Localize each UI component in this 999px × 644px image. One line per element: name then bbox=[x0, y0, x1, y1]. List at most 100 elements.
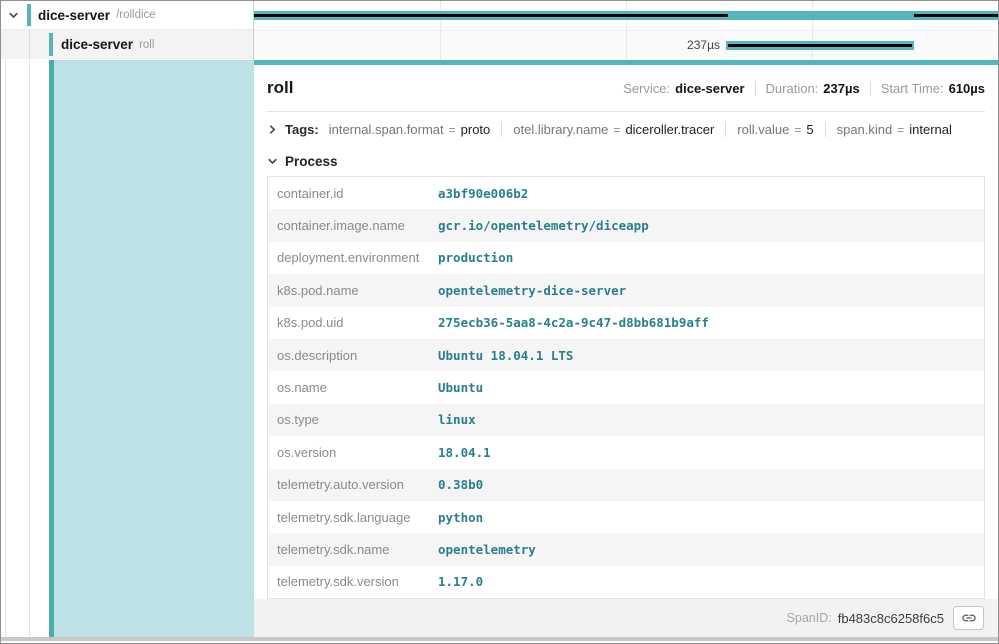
tag-item: span.kind = internal bbox=[837, 122, 952, 137]
divider bbox=[725, 122, 726, 137]
process-key: deployment.environment bbox=[268, 250, 438, 265]
process-key: os.type bbox=[268, 412, 438, 427]
critical-path-segment bbox=[914, 14, 998, 17]
span-detail-footer: SpanID: fb483c8c6258f6c5 bbox=[254, 599, 998, 637]
service-label: Service: bbox=[623, 81, 670, 96]
process-key: container.id bbox=[268, 186, 438, 201]
indent-guide bbox=[29, 30, 30, 59]
process-key: k8s.pod.name bbox=[268, 283, 438, 298]
timeline-panel: 237µs bbox=[254, 1, 998, 60]
divider bbox=[825, 122, 826, 137]
process-row: k8s.pod.uid 275ecb36-5aa8-4c2a-9c47-d8bb… bbox=[268, 307, 984, 339]
indent-guide bbox=[5, 60, 6, 637]
process-row: os.type linux bbox=[268, 404, 984, 436]
process-row: telemetry.auto.version 0.38b0 bbox=[268, 469, 984, 501]
window-bottom-strip bbox=[1, 637, 998, 641]
service-value: dice-server bbox=[675, 81, 744, 96]
process-value: production bbox=[438, 250, 513, 265]
process-row: telemetry.sdk.name opentelemetry bbox=[268, 533, 984, 565]
span-bar-roll[interactable] bbox=[726, 41, 914, 50]
critical-path-segment bbox=[254, 14, 728, 17]
process-value: gcr.io/opentelemetry/diceapp bbox=[438, 218, 649, 233]
tag-item: otel.library.name = diceroller.tracer bbox=[513, 122, 714, 137]
process-value: 1.17.0 bbox=[438, 574, 483, 589]
process-row: telemetry.sdk.version 1.17.0 bbox=[268, 566, 984, 598]
process-key: telemetry.sdk.version bbox=[268, 574, 438, 589]
span-tree-offset bbox=[1, 60, 254, 637]
tag-value: diceroller.tracer bbox=[625, 122, 714, 137]
span-color-bar bbox=[27, 4, 31, 26]
chevron-right-icon bbox=[267, 124, 278, 135]
process-value: opentelemetry bbox=[438, 542, 536, 557]
tag-equals: = bbox=[794, 123, 801, 137]
indent-guide bbox=[29, 60, 30, 637]
tag-key: internal.span.format bbox=[329, 122, 444, 137]
process-key: container.image.name bbox=[268, 218, 438, 233]
process-value: Ubuntu bbox=[438, 380, 483, 395]
collapse-toggle[interactable] bbox=[6, 10, 20, 21]
tag-equals: = bbox=[613, 123, 620, 137]
process-key: telemetry.auto.version bbox=[268, 477, 438, 492]
process-key: os.name bbox=[268, 380, 438, 395]
time-gridline bbox=[812, 1, 813, 60]
span-row-roll[interactable]: dice-server roll bbox=[1, 30, 253, 59]
span-name-panel: dice-server /rolldice dice-server roll bbox=[1, 1, 254, 60]
start-time-label: Start Time: bbox=[881, 81, 944, 96]
process-value: 18.04.1 bbox=[438, 445, 491, 460]
process-value: Ubuntu 18.04.1 LTS bbox=[438, 348, 573, 363]
chevron-down-icon bbox=[267, 156, 278, 167]
link-icon bbox=[961, 610, 977, 626]
spanid-label: SpanID: bbox=[787, 611, 832, 625]
duration-label: Duration: bbox=[766, 81, 819, 96]
process-row: deployment.environment production bbox=[268, 242, 984, 274]
process-value: opentelemetry-dice-server bbox=[438, 283, 626, 298]
process-value: linux bbox=[438, 412, 476, 427]
process-key: k8s.pod.uid bbox=[268, 315, 438, 330]
process-row: os.version 18.04.1 bbox=[268, 436, 984, 468]
duration-value: 237µs bbox=[823, 81, 859, 96]
detail-header: roll Service: dice-server Duration: 237µ… bbox=[267, 65, 985, 112]
process-row: container.id a3bf90e006b2 bbox=[268, 177, 984, 209]
process-key: telemetry.sdk.language bbox=[268, 510, 438, 525]
span-color-bar bbox=[49, 33, 53, 56]
span-duration-label: 237µs bbox=[254, 38, 720, 52]
process-accordion[interactable]: Process bbox=[267, 147, 985, 176]
process-row: os.description Ubuntu 18.04.1 LTS bbox=[268, 339, 984, 371]
process-value: python bbox=[438, 510, 483, 525]
tag-value: 5 bbox=[806, 122, 813, 137]
jaeger-trace-window: dice-server /rolldice dice-server roll 2… bbox=[0, 0, 999, 644]
process-row: k8s.pod.name opentelemetry-dice-server bbox=[268, 274, 984, 306]
process-value: a3bf90e006b2 bbox=[438, 186, 528, 201]
tags-label: Tags: bbox=[285, 122, 319, 137]
span-bar-rolldice[interactable] bbox=[254, 11, 998, 20]
process-kv-table: container.id a3bf90e006b2 container.imag… bbox=[267, 176, 985, 599]
tag-key: span.kind bbox=[837, 122, 893, 137]
divider bbox=[755, 81, 756, 96]
process-row: os.name Ubuntu bbox=[268, 371, 984, 403]
spanid-value: fb483c8c6258f6c5 bbox=[838, 611, 944, 626]
chevron-down-icon bbox=[8, 10, 19, 21]
divider bbox=[501, 122, 502, 137]
span-color-fill bbox=[54, 60, 254, 637]
tag-item: roll.value = 5 bbox=[737, 122, 813, 137]
operation-name: roll bbox=[139, 39, 154, 51]
tag-equals: = bbox=[897, 123, 904, 137]
process-key: telemetry.sdk.name bbox=[268, 542, 438, 557]
span-meta: Service: dice-server Duration: 237µs Sta… bbox=[623, 81, 985, 96]
span-row-rolldice[interactable]: dice-server /rolldice bbox=[1, 1, 253, 30]
span-detail-panel: roll Service: dice-server Duration: 237µ… bbox=[254, 60, 998, 637]
tags-accordion[interactable]: Tags: internal.span.format = proto otel.… bbox=[267, 112, 985, 147]
process-label: Process bbox=[285, 154, 338, 169]
tag-item: internal.span.format = proto bbox=[329, 122, 491, 137]
service-name: dice-server bbox=[38, 8, 110, 23]
process-value: 0.38b0 bbox=[438, 477, 483, 492]
process-row: telemetry.sdk.language python bbox=[268, 501, 984, 533]
tag-key: roll.value bbox=[737, 122, 789, 137]
service-name: dice-server bbox=[61, 37, 133, 52]
tag-equals: = bbox=[449, 123, 456, 137]
process-value: 275ecb36-5aa8-4c2a-9c47-d8bb681b9aff bbox=[438, 315, 709, 330]
process-key: os.description bbox=[268, 348, 438, 363]
tag-value: proto bbox=[461, 122, 491, 137]
deep-link-button[interactable] bbox=[953, 606, 984, 630]
operation-title: roll bbox=[267, 78, 293, 98]
